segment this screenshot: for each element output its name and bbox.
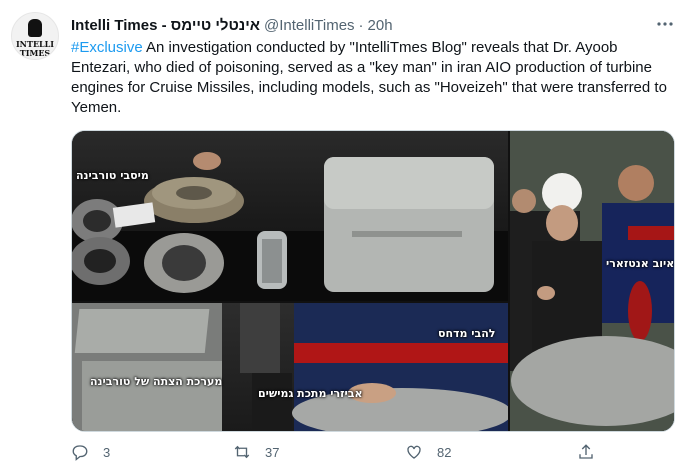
label-turbine-parts: מיסבי טורבינה [76,169,149,182]
retweet-icon [234,445,250,459]
media-photo-ignition-system[interactable]: מערכת הצתה של טורבינה אביזרי מתכת גמישים… [72,303,508,431]
avatar-figure-icon [28,19,42,37]
hashtag-exclusive[interactable]: #Exclusive [71,39,143,56]
exhibition-illustration [510,131,674,431]
reply-count: 3 [103,444,111,460]
share-button[interactable] [577,443,607,461]
media-photo-turbine-parts[interactable]: מיסבי טורבינה [72,131,508,301]
retweet-button[interactable]: 37 [233,443,279,461]
avatar-logo-line2: TIMES [19,48,51,58]
share-icon [579,444,593,459]
label-compressor-blades: להבי מדחס [438,327,496,340]
more-options-icon[interactable] [655,14,675,34]
label-person-name: איוב אנטזארי [606,257,675,270]
tweet-body: An investigation conducted by "IntelliTm… [71,39,667,116]
tweet-actions: 3 37 82 [71,443,675,463]
like-button[interactable]: 82 [405,443,451,461]
retweet-count: 37 [265,444,280,460]
media-photo-exhibition[interactable]: איוב אנטזארי [510,131,675,431]
tweet-header: Intelli Times - אינטלי טיימס @IntelliTim… [71,14,677,36]
reply-button[interactable]: 3 [71,443,110,461]
author-name[interactable]: Intelli Times - אינטלי טיימס [71,17,260,34]
tweet-time[interactable]: 20h [368,17,393,34]
label-turbine-ignition: מערכת הצתה של טורבינה [90,375,223,388]
reply-icon [72,445,88,461]
author-handle[interactable]: @IntelliTimes [264,17,355,34]
like-icon [407,445,421,459]
avatar[interactable]: INTELLI TIMES [11,12,59,60]
tweet-text: #Exclusive An investigation conducted by… [71,38,675,118]
turbine-parts-illustration [72,152,508,301]
like-count: 82 [437,444,452,460]
separator-dot: · [358,16,364,34]
tweet-media[interactable]: מיסבי טורבינה מערכת הצתה של טורבינה אביז… [71,130,675,432]
label-damper-accessories: אביזרי מתכת גמישים [258,387,363,400]
tweet[interactable]: INTELLI TIMES Intelli Times - אינטלי טיי… [0,0,687,464]
ignition-system-illustration [72,303,508,431]
